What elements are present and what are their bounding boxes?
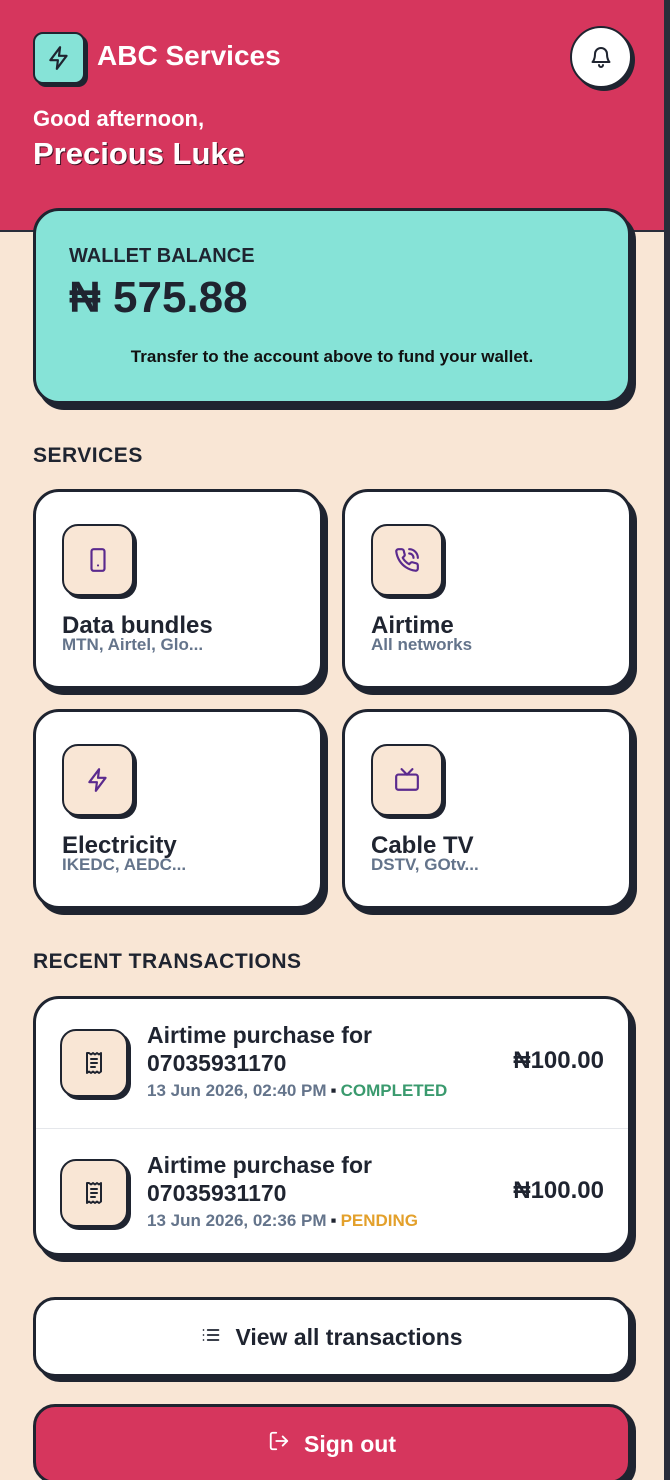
status-badge: PENDING bbox=[340, 1211, 419, 1230]
lightning-icon bbox=[33, 32, 85, 84]
service-subtitle: DSTV, GOtv... bbox=[371, 855, 479, 874]
transaction-meta: 13 Jun 2026, 02:36 PM ▪ PENDING bbox=[147, 1211, 418, 1231]
wallet-note: Transfer to the account above to fund yo… bbox=[130, 347, 534, 366]
transactions-title: RECENT TRANSACTIONS bbox=[33, 950, 302, 973]
lightning-icon bbox=[62, 744, 134, 816]
transaction-date: 13 Jun 2026, 02:40 PM bbox=[147, 1081, 327, 1100]
transaction-amount: ₦100.00 bbox=[513, 1177, 604, 1204]
greeting: Good afternoon, bbox=[33, 106, 205, 131]
view-all-transactions-button[interactable]: View all transactions bbox=[33, 1297, 631, 1377]
status-badge: COMPLETED bbox=[340, 1081, 448, 1100]
service-card-electricity[interactable]: Electricity IKEDC, AEDC... bbox=[33, 709, 323, 909]
transaction-title: Airtime purchase for 07035931170 bbox=[147, 1022, 372, 1076]
transaction-title: Airtime purchase for 07035931170 bbox=[147, 1152, 372, 1206]
wallet-label: WALLET BALANCE bbox=[69, 245, 255, 267]
log-out-icon bbox=[268, 1430, 290, 1458]
separator: ▪ bbox=[330, 1211, 337, 1230]
tv-icon bbox=[371, 744, 443, 816]
service-subtitle: IKEDC, AEDC... bbox=[62, 855, 187, 874]
services-title: SERVICES bbox=[33, 444, 143, 467]
transaction-date: 13 Jun 2026, 02:36 PM bbox=[147, 1211, 327, 1230]
separator: ▪ bbox=[330, 1081, 337, 1100]
list-icon bbox=[201, 1324, 221, 1351]
transaction-meta: 13 Jun 2026, 02:40 PM ▪ COMPLETED bbox=[147, 1081, 447, 1101]
brand-name: ABC Services bbox=[97, 40, 281, 71]
wallet-balance: ₦ 575.88 bbox=[69, 273, 248, 322]
service-subtitle: All networks bbox=[371, 635, 473, 654]
app-header: ABC Services Good afternoon, Precious Lu… bbox=[0, 0, 664, 232]
transaction-row[interactable]: Airtime purchase for 07035931170 13 Jun … bbox=[36, 1128, 628, 1253]
transaction-amount: ₦100.00 bbox=[513, 1047, 604, 1074]
receipt-icon bbox=[60, 1159, 128, 1227]
view-all-label: View all transactions bbox=[235, 1323, 463, 1350]
wallet-card: WALLET BALANCE ₦ 575.88 Transfer to the … bbox=[33, 208, 631, 404]
phone-call-icon bbox=[371, 524, 443, 596]
receipt-icon bbox=[60, 1029, 128, 1097]
service-card-airtime[interactable]: Airtime All networks bbox=[342, 489, 632, 689]
transactions-list: Airtime purchase for 07035931170 13 Jun … bbox=[33, 996, 631, 1256]
transaction-row[interactable]: Airtime purchase for 07035931170 13 Jun … bbox=[36, 999, 628, 1127]
sign-out-label: Sign out bbox=[304, 1430, 396, 1457]
sign-out-button[interactable]: Sign out bbox=[33, 1404, 631, 1480]
user-name: Precious Luke bbox=[33, 136, 245, 171]
service-subtitle: MTN, Airtel, Glo... bbox=[62, 635, 204, 654]
scrollbar[interactable] bbox=[664, 0, 670, 1480]
service-card-cable-tv[interactable]: Cable TV DSTV, GOtv... bbox=[342, 709, 632, 909]
phone-icon bbox=[62, 524, 134, 596]
bell-icon[interactable] bbox=[570, 26, 632, 88]
service-card-data-bundles[interactable]: Data bundles MTN, Airtel, Glo... bbox=[33, 489, 323, 689]
